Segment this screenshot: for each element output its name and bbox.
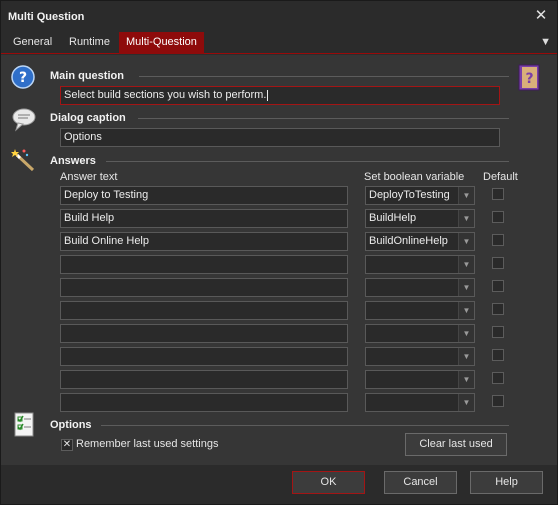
dialog-caption-heading: Dialog caption bbox=[50, 112, 126, 124]
chevron-down-icon[interactable]: ▼ bbox=[458, 233, 474, 250]
answer-text-input[interactable]: Build Online Help bbox=[60, 232, 348, 251]
boolean-variable-value: BuildOnlineHelp bbox=[369, 235, 448, 247]
options-divider bbox=[101, 425, 509, 426]
tab-runtime[interactable]: Runtime bbox=[62, 32, 117, 54]
main-question-heading: Main question bbox=[50, 70, 124, 82]
default-checkbox[interactable] bbox=[492, 234, 504, 246]
dialog-window: Multi Question ✕ General Runtime Multi-Q… bbox=[0, 0, 558, 505]
answer-text-input[interactable] bbox=[60, 347, 348, 366]
dialog-caption-divider bbox=[138, 118, 509, 119]
window-title: Multi Question bbox=[8, 11, 85, 23]
default-checkbox[interactable] bbox=[492, 395, 504, 407]
tab-menu-chevron-down-icon[interactable]: ▼ bbox=[540, 36, 551, 48]
help-book-icon[interactable]: ? bbox=[517, 64, 541, 92]
ok-button[interactable]: OK bbox=[292, 471, 365, 494]
cancel-button[interactable]: Cancel bbox=[384, 471, 457, 494]
answer-text-input[interactable]: Deploy to Testing bbox=[60, 186, 348, 205]
chevron-down-icon[interactable]: ▼ bbox=[458, 302, 474, 319]
boolean-variable-dropdown[interactable]: BuildHelp ▼ bbox=[365, 209, 475, 228]
chevron-down-icon[interactable]: ▼ bbox=[458, 187, 474, 204]
answer-text-column-header: Answer text bbox=[60, 171, 118, 183]
boolean-variable-dropdown[interactable]: DeployToTesting ▼ bbox=[365, 186, 475, 205]
footer-bar: OK Cancel Help bbox=[1, 465, 557, 504]
default-checkbox[interactable] bbox=[492, 211, 504, 223]
default-checkbox[interactable] bbox=[492, 372, 504, 384]
default-checkbox[interactable] bbox=[492, 326, 504, 338]
answer-text-input[interactable] bbox=[60, 370, 348, 389]
text-caret bbox=[267, 89, 269, 101]
boolean-variable-dropdown[interactable]: ▼ bbox=[365, 347, 475, 366]
chevron-down-icon[interactable]: ▼ bbox=[458, 325, 474, 342]
chevron-down-icon[interactable]: ▼ bbox=[458, 210, 474, 227]
boolean-variable-value: DeployToTesting bbox=[369, 189, 450, 201]
answer-text-input[interactable] bbox=[60, 278, 348, 297]
tab-general[interactable]: General bbox=[6, 32, 59, 54]
chevron-down-icon[interactable]: ▼ bbox=[458, 371, 474, 388]
svg-text:?: ? bbox=[19, 70, 27, 86]
dialog-caption-input[interactable]: Options bbox=[60, 128, 500, 147]
default-checkbox[interactable] bbox=[492, 188, 504, 200]
answer-text-input[interactable]: Build Help bbox=[60, 209, 348, 228]
main-question-value: Select build sections you wish to perfor… bbox=[64, 89, 267, 101]
help-button[interactable]: Help bbox=[470, 471, 543, 494]
title-bar: Multi Question ✕ bbox=[1, 1, 557, 32]
answers-divider bbox=[106, 161, 509, 162]
default-column-header: Default bbox=[483, 171, 518, 183]
default-checkbox[interactable] bbox=[492, 349, 504, 361]
default-checkbox[interactable] bbox=[492, 303, 504, 315]
boolean-variable-dropdown[interactable]: ▼ bbox=[365, 324, 475, 343]
content-panel: ? Main question Select build sections yo… bbox=[1, 55, 557, 465]
boolean-variable-dropdown[interactable]: ▼ bbox=[365, 301, 475, 320]
clear-last-used-button[interactable]: Clear last used bbox=[405, 433, 507, 456]
options-heading: Options bbox=[50, 419, 92, 431]
tab-multi-question[interactable]: Multi-Question bbox=[119, 32, 204, 54]
default-checkbox[interactable] bbox=[492, 280, 504, 292]
boolean-variable-value: BuildHelp bbox=[369, 212, 417, 224]
default-checkbox[interactable] bbox=[492, 257, 504, 269]
answer-text-input[interactable] bbox=[60, 393, 348, 412]
boolean-variable-dropdown[interactable]: ▼ bbox=[365, 370, 475, 389]
chevron-down-icon[interactable]: ▼ bbox=[458, 256, 474, 273]
boolean-variable-column-header: Set boolean variable bbox=[364, 171, 465, 183]
answer-text-input[interactable] bbox=[60, 255, 348, 274]
boolean-variable-dropdown[interactable]: ▼ bbox=[365, 255, 475, 274]
chevron-down-icon[interactable]: ▼ bbox=[458, 394, 474, 411]
chevron-down-icon[interactable]: ▼ bbox=[458, 348, 474, 365]
boolean-variable-dropdown[interactable]: BuildOnlineHelp ▼ bbox=[365, 232, 475, 251]
answers-heading: Answers bbox=[50, 155, 96, 167]
main-question-divider bbox=[139, 76, 509, 77]
boolean-variable-dropdown[interactable]: ▼ bbox=[365, 278, 475, 297]
chevron-down-icon[interactable]: ▼ bbox=[458, 279, 474, 296]
close-icon[interactable]: ✕ bbox=[531, 6, 551, 26]
remember-settings-checkbox[interactable]: ✕ bbox=[61, 439, 73, 451]
remember-settings-label: Remember last used settings bbox=[76, 438, 219, 450]
magic-wand-icon bbox=[11, 149, 35, 172]
checklist-icon bbox=[14, 412, 34, 437]
svg-text:?: ? bbox=[525, 71, 533, 87]
tab-bar: General Runtime Multi-Question ▼ bbox=[1, 32, 557, 54]
answer-text-input[interactable] bbox=[60, 324, 348, 343]
speech-bubble-icon bbox=[12, 108, 36, 132]
main-question-input[interactable]: Select build sections you wish to perfor… bbox=[60, 86, 500, 105]
checkmark-icon: ✕ bbox=[62, 439, 72, 450]
answer-text-input[interactable] bbox=[60, 301, 348, 320]
question-mark-icon: ? bbox=[11, 65, 35, 89]
boolean-variable-dropdown[interactable]: ▼ bbox=[365, 393, 475, 412]
